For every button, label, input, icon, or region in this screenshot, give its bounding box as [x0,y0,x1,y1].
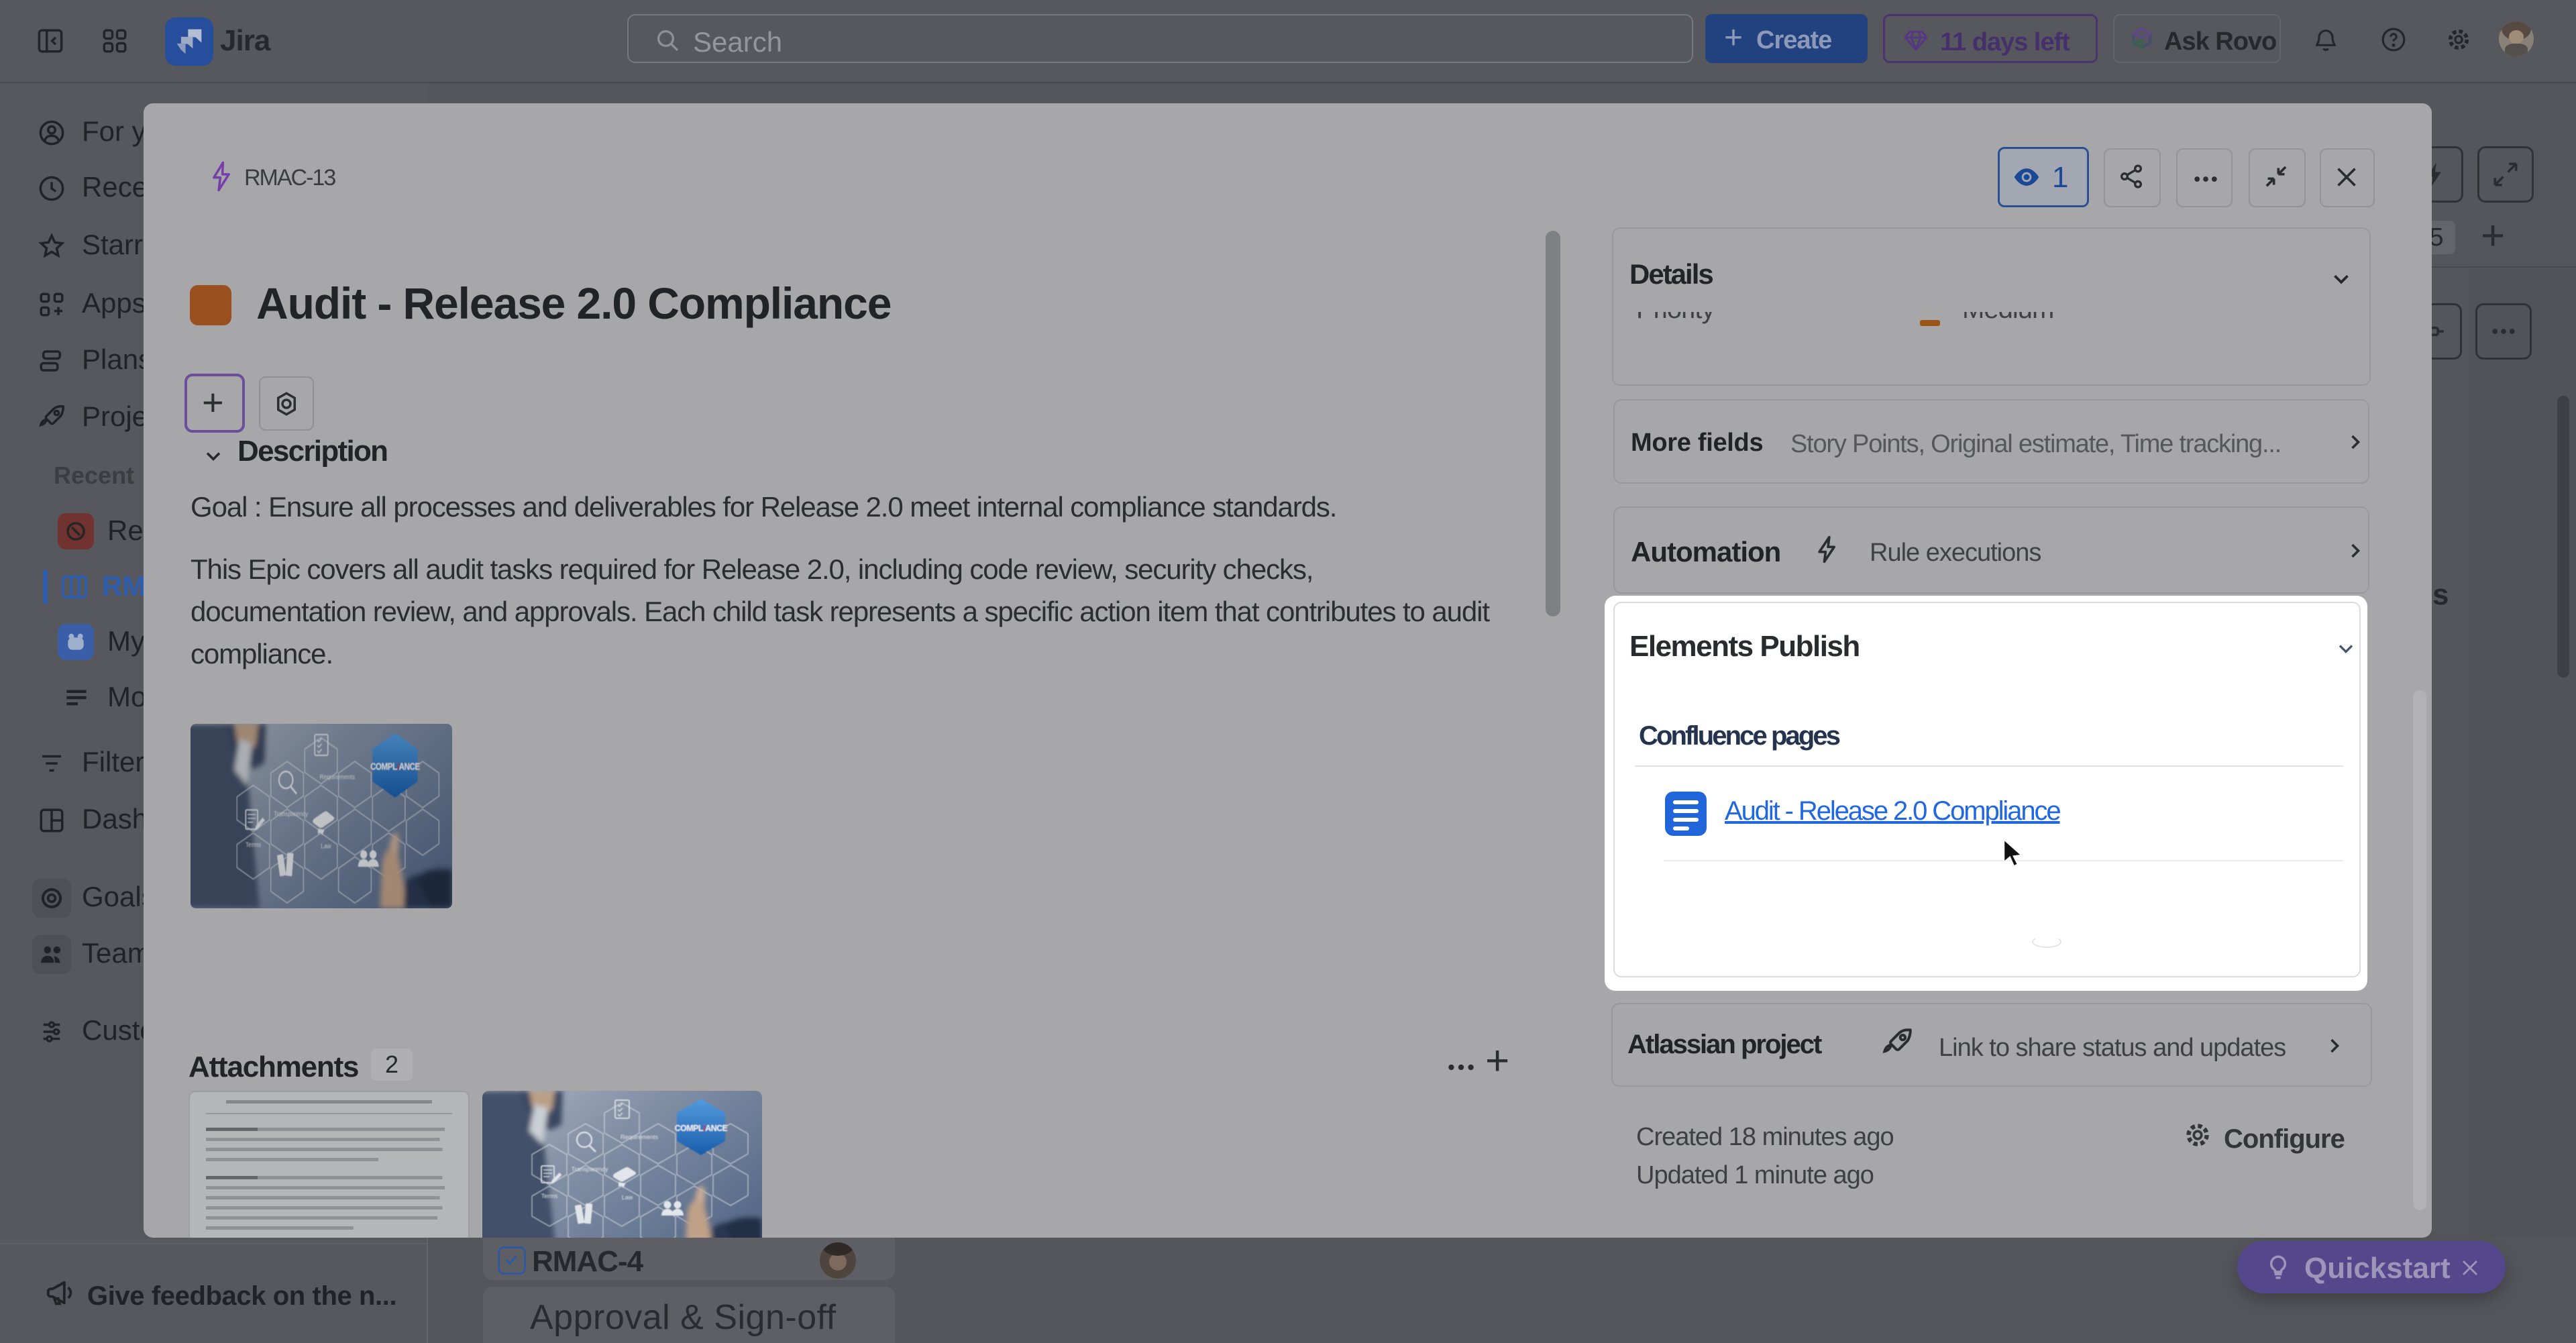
svg-text:Requirements: Requirements [621,1134,659,1140]
svg-text:Law: Law [622,1194,633,1201]
svg-text:COMPLIANCE: COMPLIANCE [370,761,421,772]
svg-text:Terms: Terms [246,840,261,848]
svg-text:Transparency: Transparency [274,810,308,818]
svg-text:Requirements: Requirements [320,773,356,781]
svg-text:COMPLIANCE: COMPLIANCE [674,1124,727,1133]
svg-text:Law: Law [321,842,331,850]
svg-text:Terms: Terms [541,1193,558,1199]
svg-text:Transparency: Transparency [572,1166,608,1173]
